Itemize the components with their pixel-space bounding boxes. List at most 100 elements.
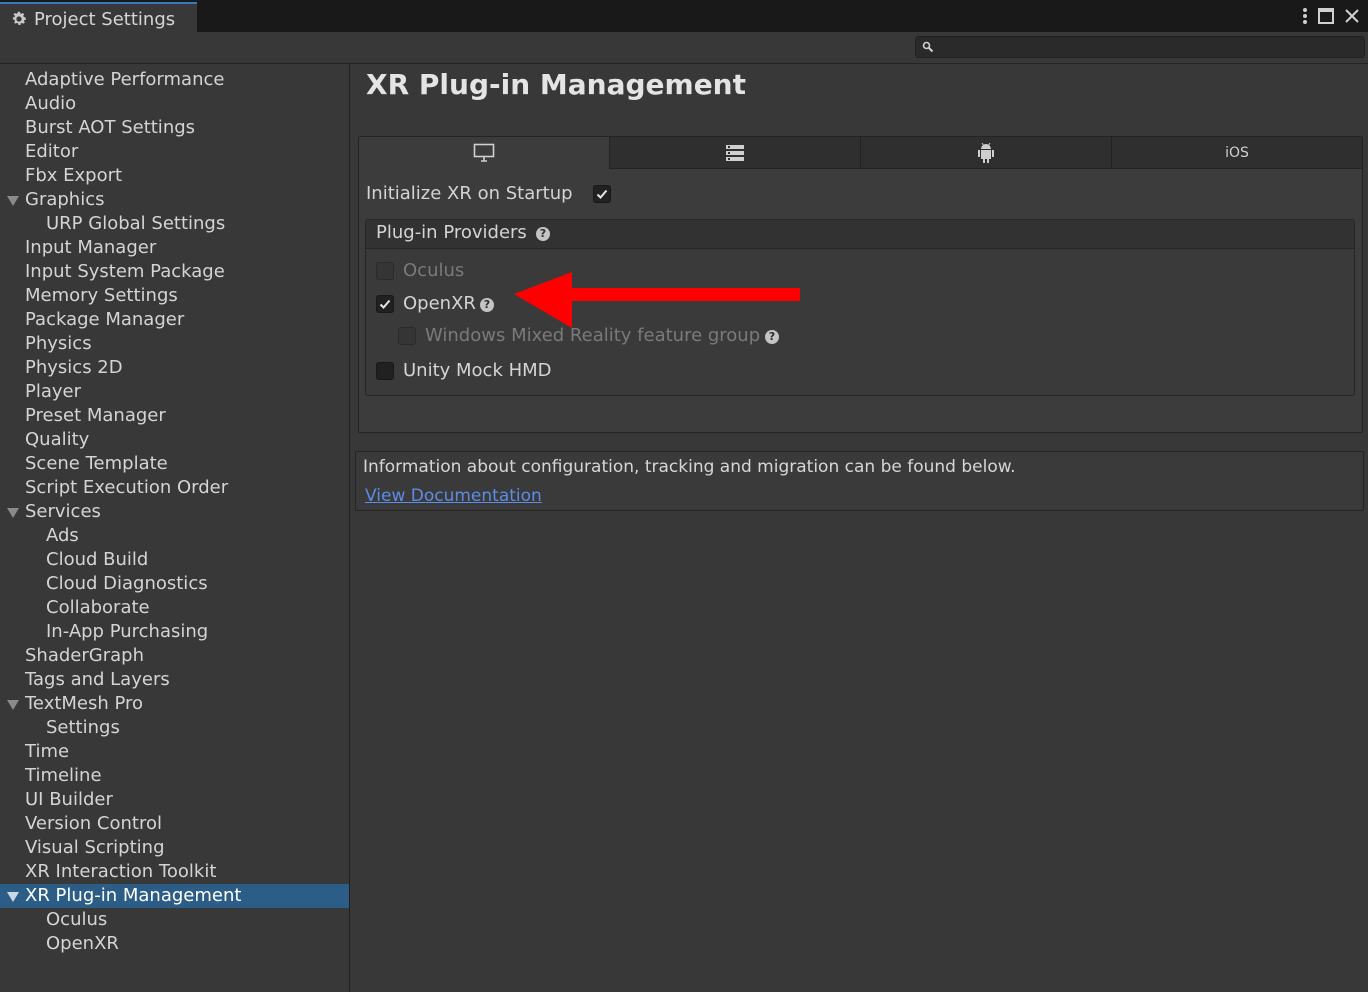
desktop-icon <box>473 143 495 162</box>
expand-triangle-icon[interactable] <box>7 196 19 206</box>
expand-triangle-icon[interactable] <box>7 508 19 518</box>
sidebar-item-memory-settings[interactable]: Memory Settings <box>0 284 349 308</box>
project-settings-tab[interactable]: Project Settings <box>0 2 197 32</box>
sidebar-item-package-manager[interactable]: Package Manager <box>0 308 349 332</box>
sidebar-item-graphics[interactable]: Graphics <box>0 188 349 212</box>
maximize-icon[interactable] <box>1318 8 1334 24</box>
help-icon[interactable]: ? <box>765 330 779 344</box>
sidebar-item-openxr[interactable]: OpenXR <box>0 932 349 956</box>
expand-triangle-icon[interactable] <box>7 700 19 710</box>
annotation-arrow-icon <box>514 272 800 328</box>
init-xr-label: Initialize XR on Startup <box>366 183 573 204</box>
sidebar-item-label: Adaptive Performance <box>25 69 225 90</box>
sidebar-item-timeline[interactable]: Timeline <box>0 764 349 788</box>
sidebar-item-label: ShaderGraph <box>25 645 144 666</box>
help-icon[interactable]: ? <box>480 298 494 312</box>
search-icon <box>922 41 934 53</box>
sidebar-item-label: Oculus <box>46 909 108 930</box>
sidebar-item-input-manager[interactable]: Input Manager <box>0 236 349 260</box>
sidebar-item-settings[interactable]: Settings <box>0 716 349 740</box>
sidebar-item-preset-manager[interactable]: Preset Manager <box>0 404 349 428</box>
sidebar-item-collaborate[interactable]: Collaborate <box>0 596 349 620</box>
sidebar-item-label: Timeline <box>25 765 102 786</box>
sidebar-item-label: Physics <box>25 333 92 354</box>
sidebar-item-cloud-build[interactable]: Cloud Build <box>0 548 349 572</box>
openxr-checkbox[interactable] <box>376 295 394 313</box>
more-options-icon[interactable] <box>1302 7 1308 25</box>
sidebar-item-label: Preset Manager <box>25 405 166 426</box>
sidebar-item-time[interactable]: Time <box>0 740 349 764</box>
sidebar-item-script-execution-order[interactable]: Script Execution Order <box>0 476 349 500</box>
tab-android[interactable] <box>861 137 1112 169</box>
sidebar-item-label: OpenXR <box>46 933 119 954</box>
sidebar-item-physics-2d[interactable]: Physics 2D <box>0 356 349 380</box>
sidebar-item-xr-plug-in-management[interactable]: XR Plug-in Management <box>0 884 349 908</box>
sidebar-item-label: Input System Package <box>25 261 225 282</box>
sidebar-item-adaptive-performance[interactable]: Adaptive Performance <box>0 68 349 92</box>
sidebar-item-cloud-diagnostics[interactable]: Cloud Diagnostics <box>0 572 349 596</box>
title-bar: Project Settings <box>0 0 1368 32</box>
sidebar-item-physics[interactable]: Physics <box>0 332 349 356</box>
tab-standalone[interactable] <box>359 137 610 169</box>
sidebar-item-scene-template[interactable]: Scene Template <box>0 452 349 476</box>
sidebar-item-audio[interactable]: Audio <box>0 92 349 116</box>
info-box: Information about configuration, trackin… <box>355 451 1364 511</box>
sidebar-item-label: In-App Purchasing <box>46 621 209 642</box>
sidebar-item-label: Scene Template <box>25 453 168 474</box>
close-icon[interactable] <box>1344 8 1360 24</box>
unity-mock-hmd-checkbox[interactable] <box>376 362 394 380</box>
sidebar-item-label: Memory Settings <box>25 285 178 306</box>
sidebar-item-fbx-export[interactable]: Fbx Export <box>0 164 349 188</box>
page-title: XR Plug-in Management <box>366 68 746 101</box>
oculus-checkbox[interactable] <box>376 262 394 280</box>
search-input[interactable] <box>915 36 1365 58</box>
sidebar-item-label: Version Control <box>25 813 162 834</box>
sidebar-item-urp-global-settings[interactable]: URP Global Settings <box>0 212 349 236</box>
sidebar-item-label: URP Global Settings <box>46 213 226 234</box>
sidebar-item-label: Visual Scripting <box>25 837 165 858</box>
expand-triangle-icon[interactable] <box>7 892 19 902</box>
sidebar-item-oculus[interactable]: Oculus <box>0 908 349 932</box>
sidebar-item-label: Physics 2D <box>25 357 123 378</box>
sidebar-item-editor[interactable]: Editor <box>0 140 349 164</box>
sidebar-item-label: Tags and Layers <box>25 669 170 690</box>
sidebar-item-in-app-purchasing[interactable]: In-App Purchasing <box>0 620 349 644</box>
sidebar-item-textmesh-pro[interactable]: TextMesh Pro <box>0 692 349 716</box>
sidebar-item-label: Services <box>25 501 101 522</box>
init-xr-checkbox[interactable] <box>593 185 611 203</box>
sidebar-item-quality[interactable]: Quality <box>0 428 349 452</box>
sidebar-item-player[interactable]: Player <box>0 380 349 404</box>
sidebar-item-label: Audio <box>25 93 77 114</box>
main-content: XR Plug-in Management iOS Initialize XR … <box>350 64 1368 992</box>
tab-ios-label: iOS <box>1225 144 1249 161</box>
tab-ios[interactable]: iOS <box>1112 137 1362 169</box>
sidebar-item-visual-scripting[interactable]: Visual Scripting <box>0 836 349 860</box>
sidebar-item-label: Quality <box>25 429 90 450</box>
server-icon <box>726 144 744 161</box>
sidebar-item-burst-aot-settings[interactable]: Burst AOT Settings <box>0 116 349 140</box>
sidebar-item-label: Settings <box>46 717 120 738</box>
window-controls <box>1302 4 1360 28</box>
android-icon <box>978 142 994 163</box>
sidebar-item-tags-and-layers[interactable]: Tags and Layers <box>0 668 349 692</box>
sidebar-item-label: Player <box>25 381 82 402</box>
plugin-providers-header: Plug-in Providers ? <box>366 220 1354 249</box>
sidebar-item-input-system-package[interactable]: Input System Package <box>0 260 349 284</box>
sidebar-item-services[interactable]: Services <box>0 500 349 524</box>
view-documentation-link[interactable]: View Documentation <box>365 486 542 506</box>
sidebar-item-version-control[interactable]: Version Control <box>0 812 349 836</box>
sidebar-item-label: XR Interaction Toolkit <box>25 861 217 882</box>
sidebar-item-label: Cloud Diagnostics <box>46 573 208 594</box>
sidebar-item-label: Fbx Export <box>25 165 123 186</box>
sidebar-item-label: Input Manager <box>25 237 157 258</box>
unity-mock-hmd-label: Unity Mock HMD <box>403 360 552 381</box>
tab-server[interactable] <box>610 137 861 169</box>
sidebar-item-label: Package Manager <box>25 309 185 330</box>
sidebar-item-ui-builder[interactable]: UI Builder <box>0 788 349 812</box>
sidebar-item-xr-interaction-toolkit[interactable]: XR Interaction Toolkit <box>0 860 349 884</box>
wmr-checkbox[interactable] <box>398 327 416 345</box>
sidebar-item-label: UI Builder <box>25 789 113 810</box>
sidebar-item-ads[interactable]: Ads <box>0 524 349 548</box>
sidebar-item-shadergraph[interactable]: ShaderGraph <box>0 644 349 668</box>
help-icon[interactable]: ? <box>536 227 550 241</box>
